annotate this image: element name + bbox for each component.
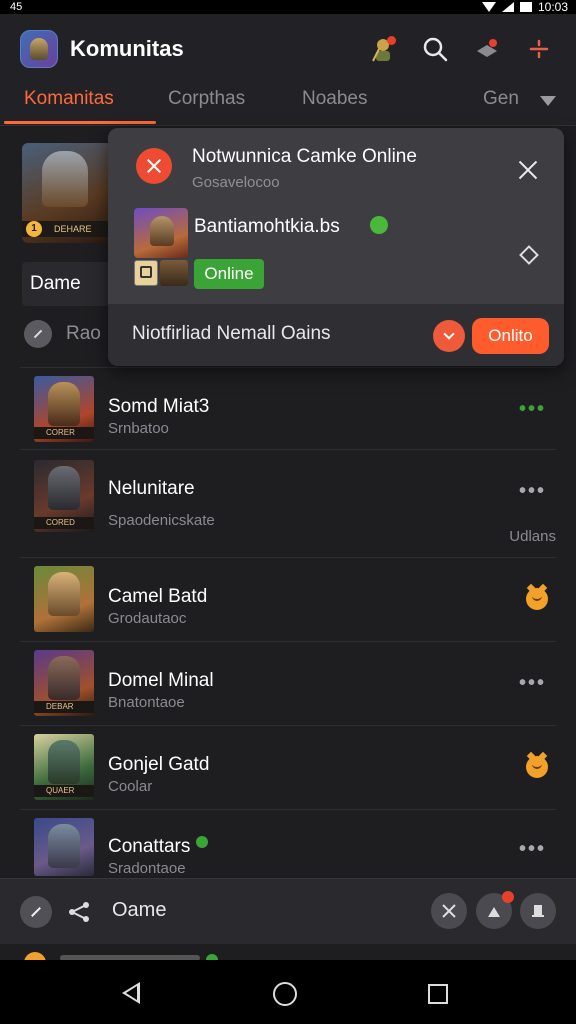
status-left-text: 45 (10, 1, 23, 13)
list-item[interactable]: QUAER Gonjel Gatd Coolar (20, 725, 556, 807)
diamond-icon[interactable] (519, 245, 539, 265)
game-character-icon[interactable] (366, 32, 400, 66)
list-item-subtitle: Srnbatoo (108, 420, 169, 437)
list-item-title: Domel Minal (108, 670, 214, 691)
clan-icon (134, 260, 158, 286)
user-avatar[interactable] (134, 208, 188, 258)
popup-title: Notwunnica Camke Online (192, 146, 417, 167)
profile-icon[interactable] (476, 891, 514, 929)
tab-komanitas[interactable]: Komanitas (24, 88, 114, 110)
more-options-icon[interactable]: ••• (519, 672, 546, 695)
online-cta-button[interactable]: Onlito (472, 318, 549, 354)
online-dot-icon (196, 836, 209, 848)
gamepad-icon[interactable] (470, 32, 504, 66)
user-name: Bantiamohtkia.bs (194, 216, 340, 237)
popup-subtitle: Gosavelocoo (192, 174, 280, 191)
side-search[interactable]: Rao (24, 320, 101, 348)
search-icon[interactable] (418, 32, 452, 66)
bottom-bar: Oame (0, 878, 576, 944)
online-badge: Online (194, 259, 264, 289)
hero-image (42, 151, 88, 207)
menu-icon[interactable] (522, 32, 556, 66)
side-label[interactable]: Dame (22, 262, 110, 306)
recent-apps-icon[interactable] (428, 984, 448, 1004)
bottom-label: Oame (112, 899, 167, 921)
list-item[interactable]: Camel Batd Grodautaoc (20, 557, 556, 639)
game-thumbnail: QUAER (34, 734, 94, 800)
status-time: 10:03 (537, 0, 568, 14)
mini-avatar (160, 260, 188, 286)
list-item[interactable]: CORER Somd Miat3 Srnbatoo ••• (20, 367, 556, 447)
sword-icon[interactable] (431, 893, 467, 929)
chevron-down-icon[interactable] (540, 96, 556, 106)
list-item-subtitle: Coolar (108, 778, 153, 795)
signal-icon (501, 2, 514, 12)
status-bar: 45 10:03 (0, 0, 576, 14)
list-item-meta: Udlans (509, 528, 556, 545)
tab-gen[interactable]: Gen (483, 88, 519, 110)
reward-icon[interactable] (526, 756, 548, 778)
trophy-icon[interactable] (520, 893, 556, 929)
list-item-title: Camel Batd (108, 586, 208, 607)
list-item-title: Gonjel Gatd (108, 754, 210, 775)
verified-icon (370, 216, 388, 234)
game-thumbnail: DEBAR (34, 650, 94, 716)
active-tab-indicator (4, 121, 156, 124)
list-item-title: Nelunitare (108, 478, 195, 499)
list-item-subtitle: Bnatontaoe (108, 694, 185, 711)
compass-icon (24, 320, 52, 348)
expand-button[interactable] (433, 320, 465, 352)
notification-dot (387, 36, 396, 45)
feature-number: 1 (26, 221, 42, 237)
notification-dot (502, 891, 514, 903)
list-item[interactable]: CORED Nelunitare Spaodenicskate ••• Udla… (20, 449, 556, 555)
side-search-text: Rao (66, 323, 101, 344)
list-item[interactable]: Conattars Sradontaoe ••• (20, 809, 556, 879)
game-thumbnail (34, 566, 94, 632)
dismiss-icon[interactable] (136, 148, 172, 184)
app-title: Komunitas (70, 36, 184, 61)
tab-corpthas[interactable]: Corpthas (168, 88, 245, 110)
notification-popup: Notwunnica Camke Online Gosavelocoo Bant… (108, 128, 564, 366)
wifi-icon (481, 2, 496, 12)
list-item-title: Somd Miat3 (108, 396, 210, 417)
list-item-subtitle: Spaodenicskate (108, 512, 215, 529)
tab-noabes[interactable]: Noabes (302, 88, 368, 110)
more-options-icon[interactable]: ••• (519, 398, 546, 421)
status-right: 10:03 (481, 0, 568, 14)
more-options-icon[interactable]: ••• (519, 838, 546, 861)
tab-bar: Komanitas Corpthas Noabes Gen (0, 84, 576, 126)
game-thumbnail: CORED (34, 460, 94, 532)
back-icon[interactable] (122, 982, 140, 1004)
popup-header: Notwunnica Camke Online Gosavelocoo Bant… (108, 128, 564, 304)
list-item-subtitle: Grodautaoc (108, 610, 187, 627)
list-item[interactable]: DEBAR Domel Minal Bnatontaoe ••• (20, 641, 556, 723)
game-thumbnail (34, 818, 94, 876)
game-thumbnail: CORER (34, 376, 94, 442)
home-icon[interactable] (273, 982, 297, 1006)
app-logo[interactable] (20, 30, 58, 68)
app-header: Komunitas (0, 14, 576, 84)
close-icon[interactable] (518, 160, 538, 180)
battery-icon (519, 2, 532, 12)
popup-footer: Niotfirliad Nemall Oains Onlito (108, 304, 564, 366)
notification-text: Niotfirliad Nemall Oains (132, 323, 331, 344)
list-item-title: Conattars (108, 836, 209, 858)
compass-icon[interactable] (20, 896, 52, 928)
featured-game-card[interactable]: DEHARE 1 (22, 143, 112, 243)
list-item-partial (0, 944, 576, 960)
list-item-subtitle: Sradontaoe (108, 860, 186, 877)
system-nav-bar (0, 960, 576, 1024)
reward-icon[interactable] (526, 588, 548, 610)
status-left: 45 (10, 1, 22, 13)
more-options-icon[interactable]: ••• (519, 480, 546, 503)
share-icon[interactable] (66, 899, 92, 925)
